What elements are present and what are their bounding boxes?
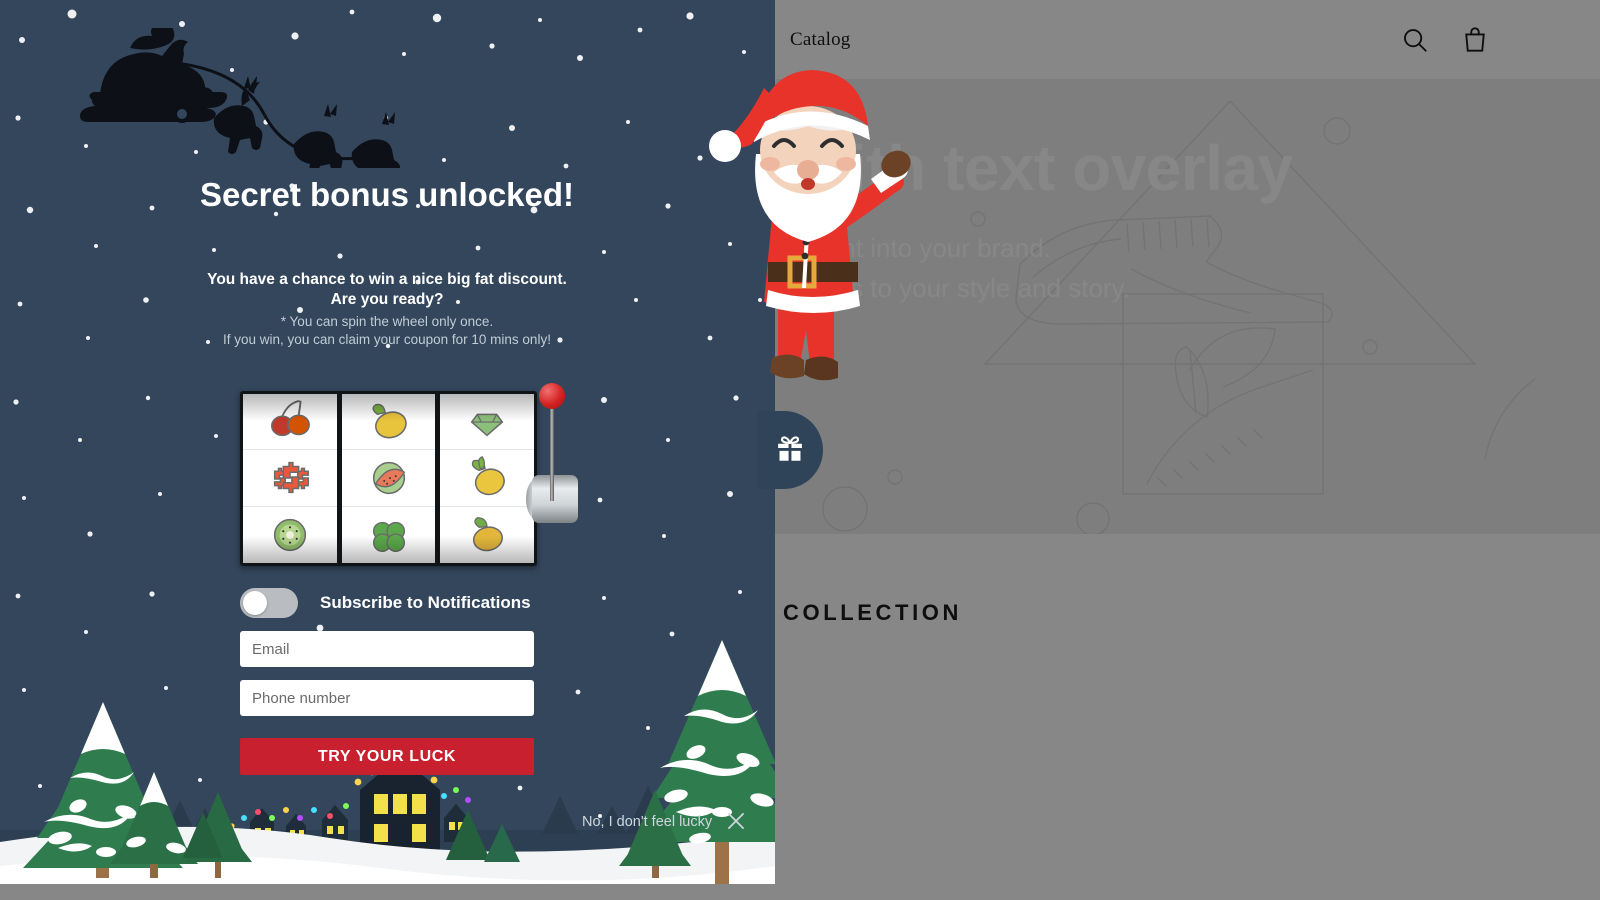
- subscribe-toggle-label: Subscribe to Notifications: [320, 593, 531, 612]
- slot-symbol-clover: [342, 507, 436, 563]
- slot-reel-3: [440, 394, 534, 563]
- santa-claus-character: [709, 70, 911, 381]
- slot-machine[interactable]: [240, 383, 580, 573]
- slot-symbol-mango: [440, 507, 534, 563]
- close-icon[interactable]: [723, 808, 749, 834]
- popup-fineprint: * You can spin the wheel only once. If y…: [207, 313, 567, 350]
- slot-symbol-dollars: [243, 450, 337, 507]
- decline-link[interactable]: No, I don't feel lucky: [582, 814, 712, 830]
- slot-symbol-lemon: [440, 450, 534, 507]
- slot-body: [240, 391, 537, 566]
- phone-input[interactable]: [240, 680, 534, 716]
- fineprint-line2: If you win, you can claim your coupon fo…: [223, 332, 551, 348]
- popup-subtitle: You have a chance to win a nice big fat …: [207, 271, 567, 308]
- promo-popup: Secret bonus unlocked! You have a chance…: [0, 0, 775, 884]
- popup-title: Secret bonus unlocked!: [199, 176, 575, 213]
- slot-reel-2: [341, 394, 436, 563]
- fineprint-line1: * You can spin the wheel only once.: [280, 314, 494, 329]
- slot-reel-1: [243, 394, 337, 563]
- slot-symbol-kiwi: [243, 507, 337, 563]
- popup-content: Secret bonus unlocked! You have a chance…: [0, 0, 775, 884]
- lever-rod: [550, 405, 554, 501]
- try-your-luck-button[interactable]: TRY YOUR LUCK: [240, 738, 534, 775]
- slot-symbol-emerald: [440, 394, 534, 451]
- toggle-knob: [243, 591, 267, 615]
- subscribe-toggle[interactable]: [240, 588, 298, 618]
- gift-icon: [773, 431, 807, 470]
- slot-symbol-lemon-top: [341, 394, 436, 451]
- slot-reels: [243, 394, 534, 563]
- lever-hub: [532, 475, 578, 523]
- slot-lever[interactable]: [526, 383, 580, 573]
- slot-symbol-watermelon: [341, 450, 436, 507]
- lever-knob[interactable]: [539, 383, 565, 409]
- email-input[interactable]: [240, 631, 534, 667]
- subscribe-toggle-row: Subscribe to Notifications: [240, 588, 531, 618]
- slot-symbol-cherries: [243, 394, 337, 451]
- screen: Catalog with text overlay into your bran…: [0, 0, 1600, 900]
